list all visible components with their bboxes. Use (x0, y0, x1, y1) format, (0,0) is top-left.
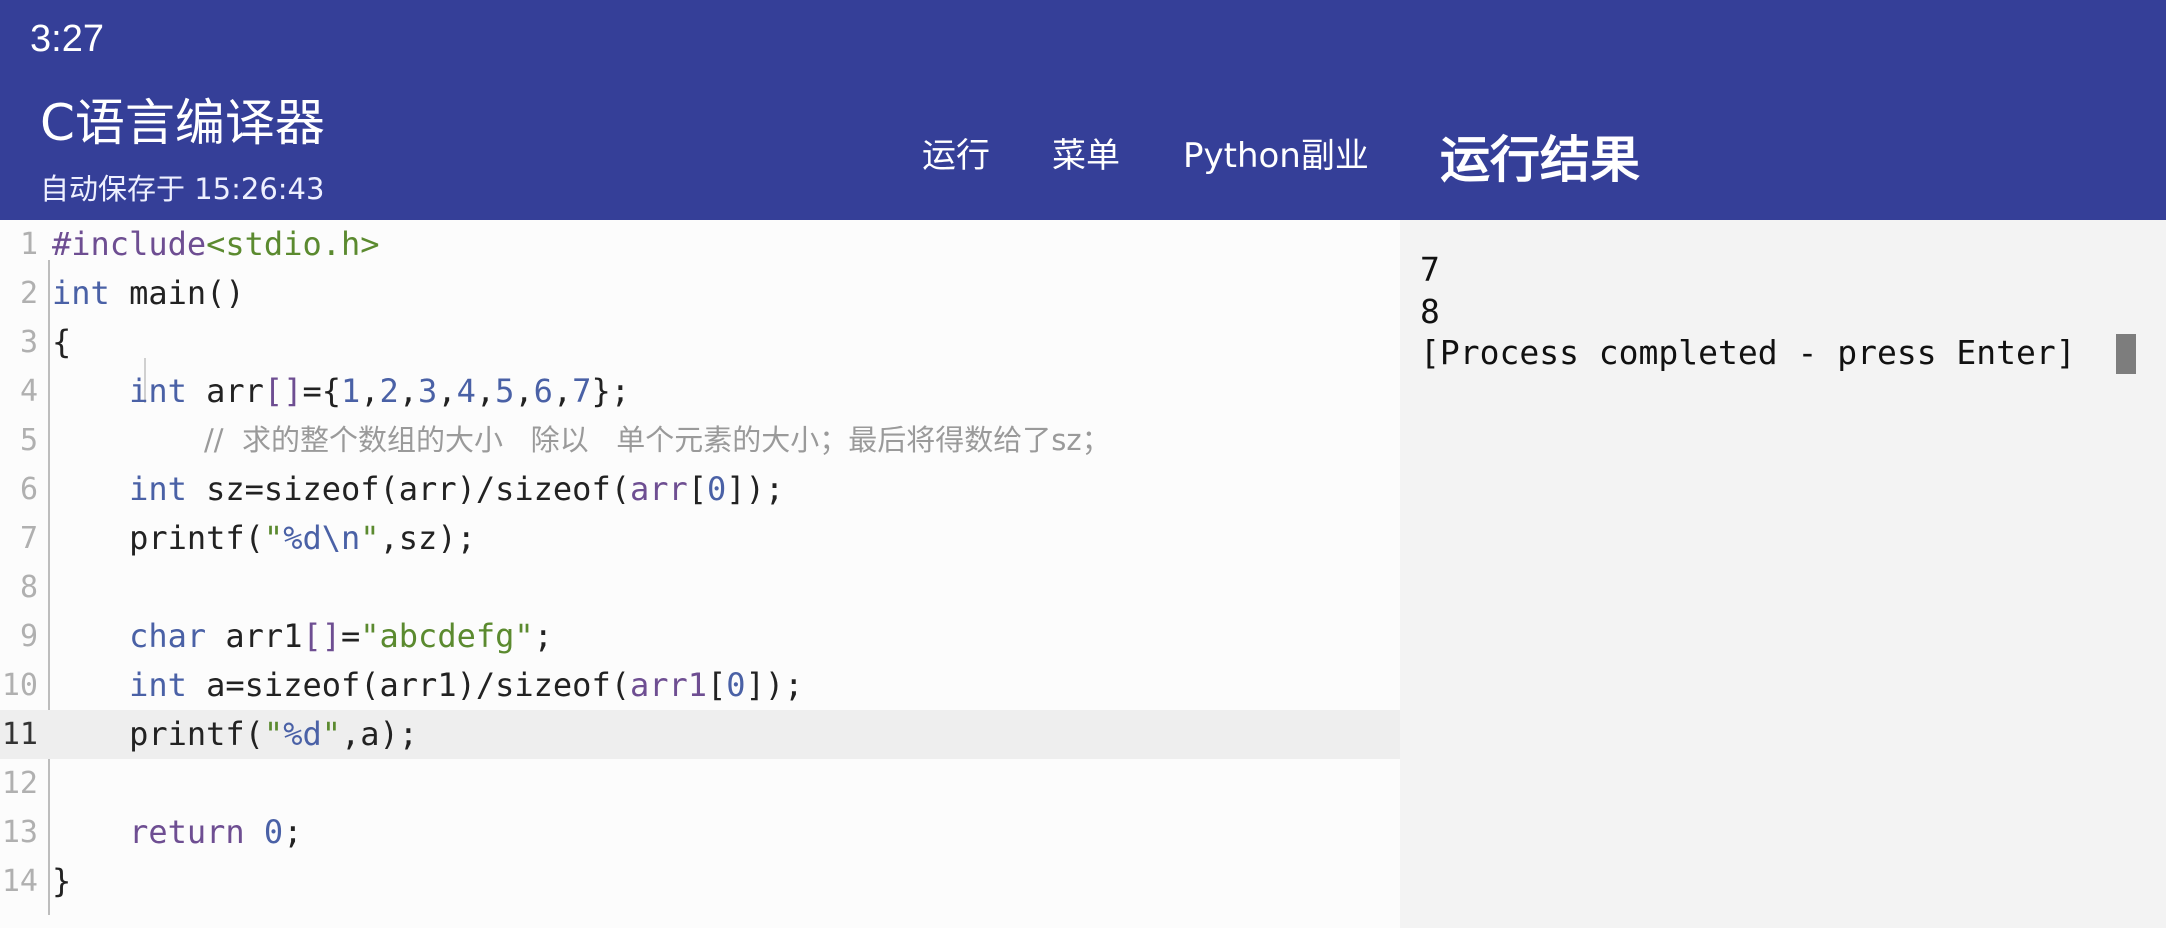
code-line[interactable]: 12 (0, 759, 1400, 808)
code-text[interactable]: int arr[]={1,2,3,4,5,6,7}; (52, 367, 630, 416)
code-line[interactable]: 10 int a=sizeof(arr1)/sizeof(arr1[0]); (0, 661, 1400, 710)
menu-button[interactable]: 菜单 (1052, 128, 1120, 177)
code-line[interactable]: 8 (0, 563, 1400, 612)
line-number: 2 (19, 276, 38, 311)
code-line[interactable]: 1 #include<stdio.h> (0, 220, 1400, 269)
code-comment[interactable]: // 求的整个数组的大小 除以 单个元素的大小；最后将得数给了sz； (204, 416, 1111, 465)
code-text[interactable]: printf("%d",a); (52, 710, 418, 759)
line-number: 3 (19, 325, 38, 360)
output-line: 8 (1420, 292, 1440, 331)
line-number: 12 (1, 766, 38, 801)
code-line-current[interactable]: 11 printf("%d",a); (0, 710, 1400, 759)
code-line[interactable]: 4 int arr[]={1,2,3,4,5,6,7}; (0, 367, 1400, 416)
code-text[interactable]: int main() (52, 269, 245, 318)
autosave-status: 自动保存于 15:26:43 (40, 172, 325, 206)
code-editor[interactable]: 1 #include<stdio.h> 2 int main() 3 { 4 i… (0, 220, 1400, 928)
code-text[interactable]: } (52, 857, 71, 906)
line-number: 4 (19, 374, 38, 409)
line-number: 11 (1, 717, 38, 752)
code-line[interactable]: 5 // 求的整个数组的大小 除以 单个元素的大小；最后将得数给了sz； (0, 416, 1400, 465)
run-button[interactable]: 运行 (922, 128, 990, 177)
line-number: 7 (19, 521, 38, 556)
line-number: 14 (1, 864, 38, 899)
code-text[interactable]: int a=sizeof(arr1)/sizeof(arr1[0]); (52, 661, 803, 710)
code-line[interactable]: 13 return 0; (0, 808, 1400, 857)
code-text[interactable]: #include<stdio.h> (52, 220, 380, 269)
code-text[interactable]: int sz=sizeof(arr)/sizeof(arr[0]); (52, 465, 784, 514)
code-text[interactable]: printf("%d\n",sz); (52, 514, 476, 563)
code-line[interactable]: 7 printf("%d\n",sz); (0, 514, 1400, 563)
output-panel[interactable]: 7 8 [Process completed - press Enter] (1400, 220, 2166, 928)
python-sideline-button[interactable]: Python副业 (1183, 128, 1369, 177)
output-line: [Process completed - press Enter] (1420, 333, 2076, 372)
line-number: 1 (19, 227, 38, 262)
status-time: 3:27 (30, 18, 104, 60)
line-number: 8 (19, 570, 38, 605)
line-number: 13 (1, 815, 38, 850)
code-line[interactable]: 2 int main() (0, 269, 1400, 318)
code-line[interactable]: 14 } (0, 857, 1400, 906)
code-line[interactable]: 6 int sz=sizeof(arr)/sizeof(arr[0]); (0, 465, 1400, 514)
output-line: 7 (1420, 250, 1440, 289)
results-title: 运行结果 (1440, 131, 1640, 189)
c-compiler-app: 3:27 C语言编译器 自动保存于 15:26:43 运行 菜单 Python副… (0, 0, 2166, 928)
code-line[interactable]: 3 { (0, 318, 1400, 367)
line-number: 10 (1, 668, 38, 703)
code-text[interactable]: { (52, 318, 71, 367)
code-text[interactable]: char arr1[]="abcdefg"; (52, 612, 553, 661)
app-title: C语言编译器 (40, 94, 325, 152)
code-line[interactable]: 9 char arr1[]="abcdefg"; (0, 612, 1400, 661)
line-number: 9 (19, 619, 38, 654)
line-number: 5 (19, 423, 38, 458)
app-bar: 3:27 C语言编译器 自动保存于 15:26:43 运行 菜单 Python副… (0, 0, 2166, 220)
code-text[interactable]: return 0; (52, 808, 302, 857)
line-number: 6 (19, 472, 38, 507)
terminal-cursor (2116, 334, 2136, 374)
